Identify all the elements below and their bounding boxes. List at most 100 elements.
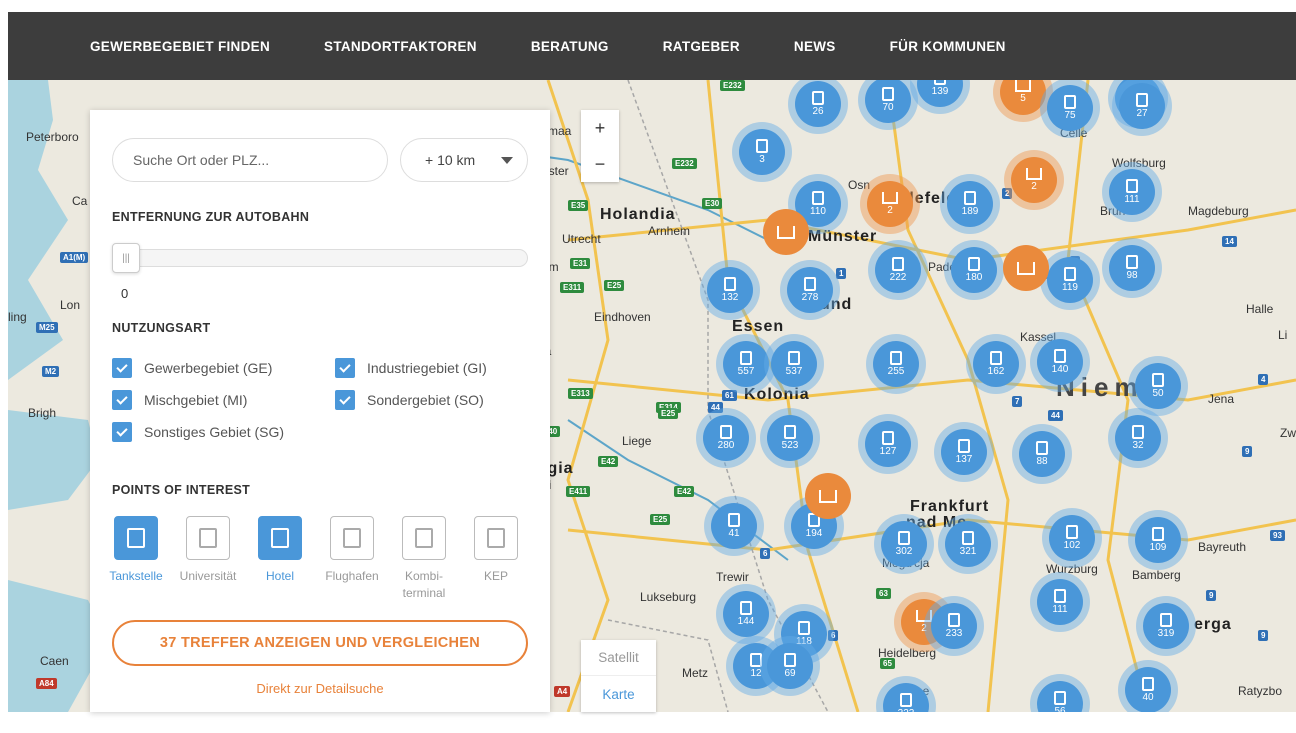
map-cluster-marker[interactable]: 127	[858, 414, 918, 474]
cluster-count: 32	[1132, 440, 1144, 451]
map-cluster-marker[interactable]: 32	[1108, 408, 1168, 468]
building-icon	[882, 87, 894, 101]
cluster-core: 302	[881, 521, 927, 567]
nav-item-1[interactable]: STANDORTFAKTOREN	[297, 12, 504, 80]
cluster-count: 537	[785, 366, 803, 377]
cluster-count: 50	[1152, 388, 1164, 399]
cluster-count: 3	[759, 154, 765, 165]
map-cluster-marker[interactable]: 2	[1004, 150, 1064, 210]
cluster-core: 2	[867, 181, 913, 227]
nav-item-2[interactable]: BERATUNG	[504, 12, 636, 80]
map-cluster-marker[interactable]: 278	[780, 260, 840, 320]
cluster-count: 111	[1124, 194, 1140, 205]
cluster-core: 40	[1125, 667, 1171, 712]
map-cluster-marker[interactable]: 140	[1030, 332, 1090, 392]
poi-toggle-0[interactable]: Tankstelle	[100, 516, 172, 585]
building-icon	[934, 80, 946, 85]
map-cluster-marker[interactable]: 75	[1040, 80, 1100, 138]
radius-select[interactable]: + 10 km	[400, 138, 528, 182]
map-cluster-marker[interactable]: 69	[760, 636, 820, 696]
map-cluster-marker[interactable]: 233	[924, 596, 984, 656]
map-cluster-marker[interactable]: 41	[704, 496, 764, 556]
nav-item-5[interactable]: FÜR KOMMUNEN	[863, 12, 1033, 80]
map-cluster-marker[interactable]: 88	[1012, 424, 1072, 484]
map-cluster-marker[interactable]: 222	[868, 240, 928, 300]
zoom-out-button[interactable]: −	[581, 146, 619, 182]
poi-toggle-3[interactable]: Flughafen	[316, 516, 388, 585]
map-cluster-marker[interactable]: 537	[764, 334, 824, 394]
map-cluster-marker[interactable]: 111	[1102, 162, 1162, 222]
building-icon	[1160, 613, 1172, 627]
poi-toggle-5[interactable]: KEP	[460, 516, 532, 585]
poi-toggle-4[interactable]: Kombi- terminal	[388, 516, 460, 602]
zoom-in-button[interactable]: +	[581, 110, 619, 146]
map-cluster-marker[interactable]: 102	[1042, 508, 1102, 568]
map-cluster-marker[interactable]: 280	[696, 408, 756, 468]
road-shield: 14	[1222, 236, 1237, 247]
cluster-core: 69	[767, 643, 813, 689]
cluster-core: 56	[1037, 681, 1083, 712]
cluster-count: 321	[959, 546, 977, 557]
show-results-button[interactable]: 37 TREFFER ANZEIGEN UND VERGLEICHEN	[112, 620, 528, 666]
usage-checkbox-label: Gewerbegebiet (GE)	[144, 360, 273, 376]
map-cluster-marker[interactable]: 98	[1102, 238, 1162, 298]
checkbox-checked-icon	[112, 422, 132, 442]
map-cluster-marker[interactable]: 119	[1040, 250, 1100, 310]
distance-slider-track[interactable]	[112, 249, 528, 267]
map-cluster-marker[interactable]: 40	[1118, 660, 1178, 712]
cluster-count: 162	[987, 366, 1005, 377]
usage-checkbox-4[interactable]: Sonstiges Gebiet (SG)	[112, 422, 284, 442]
poi-toggle-1[interactable]: Universität	[172, 516, 244, 585]
map-cluster-marker[interactable]: 109	[1128, 510, 1188, 570]
map-cluster-marker[interactable]: 180	[944, 240, 1004, 300]
map-cluster-marker[interactable]: 319	[1136, 596, 1196, 656]
usage-checkbox-3[interactable]: Sondergebiet (SO)	[335, 390, 484, 410]
satellite-toggle[interactable]: Satellit	[581, 640, 656, 676]
map-cluster-marker[interactable]: 302	[874, 514, 934, 574]
usage-checkbox-label: Sonstiges Gebiet (SG)	[144, 424, 285, 440]
map-cluster-marker[interactable]: 523	[760, 408, 820, 468]
map-cluster-marker[interactable]: 255	[866, 334, 926, 394]
building-icon	[1152, 527, 1164, 541]
usage-checkbox-2[interactable]: Mischgebiet (MI)	[112, 390, 247, 410]
cluster-count: 56	[1054, 706, 1066, 712]
building-icon	[720, 425, 732, 439]
industrial-site-pin[interactable]	[1003, 245, 1049, 291]
distance-slider-value: 0	[121, 286, 129, 301]
detail-search-link[interactable]: Direkt zur Detailsuche	[90, 681, 550, 696]
map-cluster-marker[interactable]: 137	[934, 422, 994, 482]
cluster-core: 41	[711, 503, 757, 549]
cluster-count: 233	[945, 628, 963, 639]
factory-icon	[882, 192, 898, 204]
industrial-site-pin[interactable]	[763, 209, 809, 255]
map-cluster-marker[interactable]: 3	[732, 122, 792, 182]
map-cluster-marker[interactable]: 144	[716, 584, 776, 644]
location-search-input[interactable]	[112, 138, 388, 182]
map-place-label: Bayreuth	[1198, 540, 1247, 554]
building-icon	[1036, 441, 1048, 455]
map-cluster-marker[interactable]: 189	[940, 174, 1000, 234]
cluster-core: 180	[951, 247, 997, 293]
nav-item-4[interactable]: NEWS	[767, 12, 863, 80]
nav-item-0[interactable]: GEWERBEGEBIET FINDEN	[63, 12, 297, 80]
map-cluster-marker[interactable]: 50	[1128, 356, 1188, 416]
cluster-core: 3	[739, 129, 785, 175]
poi-label: Kombi- terminal	[402, 569, 446, 600]
map-cluster-marker[interactable]: 111	[1030, 572, 1090, 632]
map-cluster-marker[interactable]: 132	[700, 260, 760, 320]
nav-item-3[interactable]: RATGEBER	[636, 12, 767, 80]
road-shield: 9	[1258, 630, 1269, 641]
usage-checkbox-1[interactable]: Industriegebiet (GI)	[335, 358, 487, 378]
map-place-label: Li	[1278, 328, 1288, 342]
map-cluster-marker[interactable]: 162	[966, 334, 1026, 394]
map-cluster-marker[interactable]: 2	[860, 174, 920, 234]
industrial-site-pin[interactable]	[805, 473, 851, 519]
map-toggle[interactable]: Karte	[581, 676, 656, 712]
search-filter-panel: + 10 km ENTFERNUNG ZUR AUTOBAHN ||| 0 NU…	[90, 110, 550, 712]
poi-toggle-2[interactable]: Hotel	[244, 516, 316, 585]
cluster-core: 50	[1135, 363, 1181, 409]
map-cluster-marker[interactable]: 321	[938, 514, 998, 574]
usage-checkbox-0[interactable]: Gewerbegebiet (GE)	[112, 358, 272, 378]
building-icon	[948, 613, 960, 627]
distance-slider-handle[interactable]: |||	[112, 243, 140, 273]
